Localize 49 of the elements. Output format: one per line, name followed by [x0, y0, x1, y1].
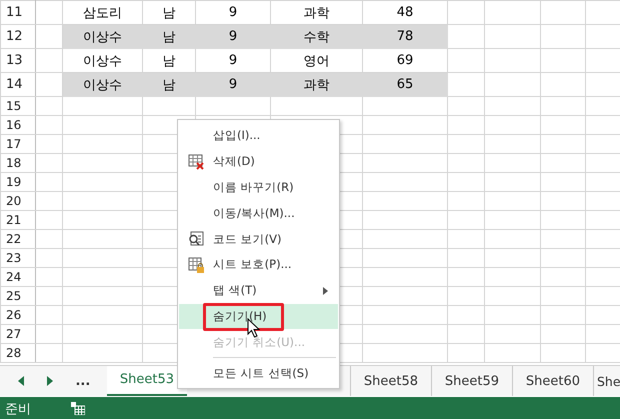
magnifier-icon	[188, 231, 204, 248]
menu-item[interactable]: 코드 보기(V)	[179, 226, 338, 252]
row-number[interactable]: 26	[0, 306, 36, 324]
menu-item[interactable]: 삭제(D)	[179, 148, 338, 175]
sheet-tab[interactable]: Sheet60	[512, 366, 593, 396]
more-tabs-button[interactable]: ...	[75, 374, 90, 388]
table-cell: 이상수	[62, 24, 142, 48]
table-cell: 78	[362, 24, 448, 48]
status-text: 준비	[5, 400, 31, 418]
table-cell: 남	[142, 24, 196, 48]
table-cell: 이상수	[62, 72, 142, 96]
table-cell: 남	[142, 72, 196, 96]
submenu-arrow-icon	[323, 286, 328, 295]
row-number[interactable]: 11	[0, 0, 36, 24]
row-number[interactable]: 16	[0, 116, 36, 134]
scroll-right-icon[interactable]	[46, 376, 54, 386]
menu-item[interactable]: 이동/복사(M)...	[179, 200, 338, 226]
row-number[interactable]: 20	[0, 192, 36, 210]
row-number[interactable]: 25	[0, 286, 36, 306]
sheet-tab[interactable]: Sheet53	[107, 366, 187, 396]
menu-item[interactable]: 삽입(I)...	[179, 123, 338, 149]
row-number[interactable]: 17	[0, 134, 36, 154]
sheet-tab[interactable]: She	[593, 366, 620, 396]
sheet-tab[interactable]: Sheet59	[431, 366, 512, 396]
table-cell: 9	[196, 24, 270, 48]
table-cell: 65	[362, 72, 448, 96]
table-cell: 9	[196, 72, 270, 96]
row-number[interactable]: 21	[0, 210, 36, 230]
table-cell: 수학	[270, 24, 362, 48]
macro-record-icon[interactable]	[71, 402, 85, 415]
row-number[interactable]: 18	[0, 154, 36, 172]
menu-item[interactable]: 탭 색(T)	[179, 278, 338, 304]
scroll-left-icon[interactable]	[16, 376, 25, 386]
delete-sheet-icon	[188, 154, 204, 170]
menu-item[interactable]: 이름 바꾸기(R)	[179, 174, 338, 200]
row-number[interactable]: 19	[0, 172, 36, 192]
menu-item[interactable]: 시트 보호(P)...	[179, 252, 338, 278]
row-number[interactable]: 13	[0, 48, 36, 72]
row-number[interactable]: 12	[0, 24, 36, 48]
row-number[interactable]: 22	[0, 230, 36, 248]
row-number[interactable]: 23	[0, 248, 36, 268]
row-number[interactable]: 14	[0, 72, 36, 96]
lock-icon	[188, 256, 204, 273]
row-number[interactable]: 24	[0, 268, 36, 286]
row-number[interactable]: 28	[0, 344, 36, 362]
sheet-tab[interactable]: Sheet58	[350, 366, 431, 396]
row-number[interactable]: 15	[0, 96, 36, 116]
table-cell: 과학	[270, 72, 362, 96]
row-number[interactable]: 27	[0, 324, 36, 344]
